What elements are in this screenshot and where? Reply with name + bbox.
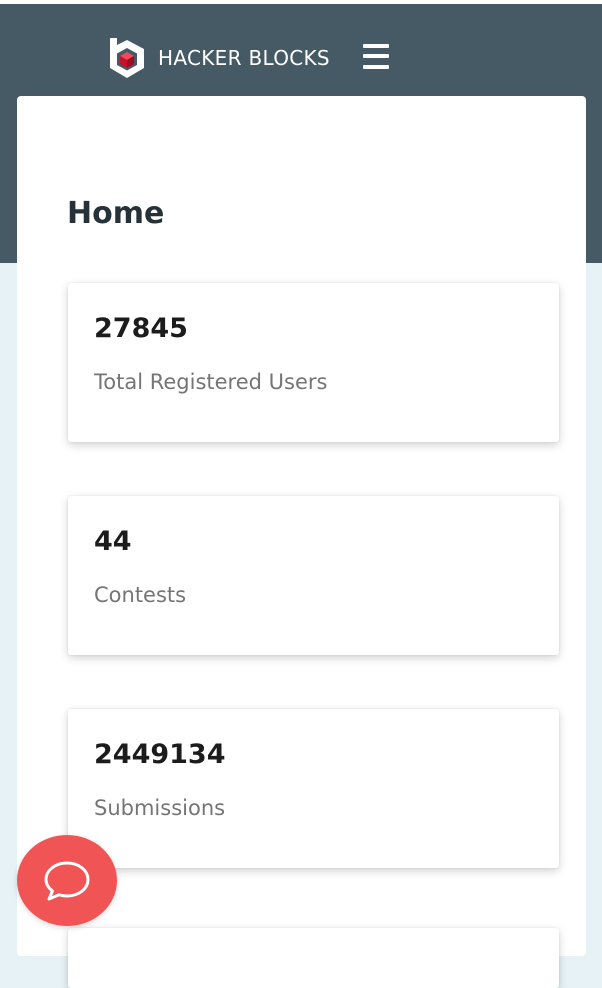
brand-home-link[interactable]: HACKER BLOCKS (108, 37, 330, 79)
chat-bubble-icon (44, 861, 90, 900)
stat-card-partial (68, 928, 559, 988)
stat-value: 44 (94, 526, 132, 557)
stat-label: Contests (94, 583, 187, 607)
chat-button[interactable] (17, 835, 117, 926)
stat-value: 27845 (94, 313, 188, 344)
page-title: Home (67, 196, 165, 231)
hamburger-menu-icon[interactable] (363, 44, 389, 69)
brand-name: HACKER BLOCKS (158, 46, 330, 70)
hacker-blocks-logo-icon (110, 38, 144, 78)
stat-card-contests: 44 Contests (68, 496, 559, 655)
stat-card-total-users: 27845 Total Registered Users (68, 283, 559, 442)
stat-label: Submissions (94, 796, 226, 820)
stat-label: Total Registered Users (94, 370, 328, 394)
stat-card-submissions: 2449134 Submissions (68, 709, 559, 868)
stat-value: 2449134 (94, 739, 226, 770)
